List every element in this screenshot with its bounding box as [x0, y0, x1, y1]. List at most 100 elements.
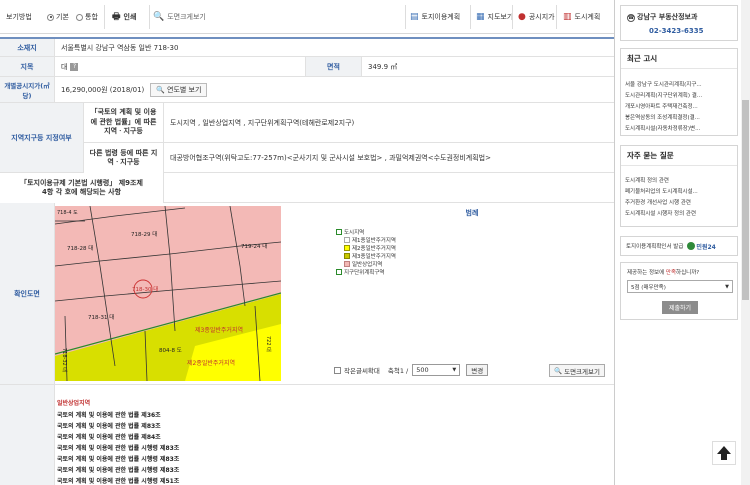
faq-title: 자주 묻는 질문	[621, 146, 737, 166]
legend-swatch	[344, 245, 350, 251]
parcel-label-target: 718-30 대	[132, 285, 158, 293]
notice-item[interactable]: 개포시영아파트 주택재건축정...	[625, 102, 733, 110]
survey-box: 제공하는 정보에 만족하십니까? 5점 (매우만족) ▼ 제출하기	[620, 262, 738, 320]
address-value: 서울특별시 강남구 역삼동 일반 718-30	[61, 43, 179, 52]
radio-icon	[76, 13, 83, 21]
view-mode-label: 보기방법	[6, 13, 32, 21]
chart-icon: ▤	[410, 12, 419, 22]
view-option-combined[interactable]: 통합	[76, 0, 98, 34]
zone-sub-other: 다른 법령 등에 따른 지역ㆍ지구등	[84, 143, 164, 173]
phone-icon: ☎	[627, 14, 635, 22]
notice-item[interactable]: 서울 강남구 도시관리계획(지구...	[625, 80, 733, 88]
law-heading: 일반상업지역	[57, 400, 91, 407]
legend-swatch	[336, 269, 342, 275]
law-item[interactable]: 국토의 계획 및 이용에 관한 법률 제83조	[57, 421, 161, 430]
law-item[interactable]: 국토의 계획 및 이용에 관한 법률 시행령 제83조	[57, 465, 179, 474]
zone-value-national: 도시지역 , 일반상업지역 , 지구단위계획구역(테헤란로제2지구)	[164, 103, 614, 143]
scroll-top-button[interactable]	[712, 441, 736, 465]
scale-change-button[interactable]: 변경	[466, 364, 489, 376]
notice-title: 최근 고시	[621, 49, 737, 69]
cert-text: 토지이용계획확인서 발급	[626, 244, 684, 250]
office-phone: 02-3423-6335	[649, 27, 704, 35]
law-item[interactable]: 국토의 계획 및 이용에 관한 법률 시행령 제51조	[57, 476, 179, 485]
map-label: 확인도면	[0, 203, 55, 384]
scale-label: 축척1 /	[387, 367, 409, 375]
divider	[556, 5, 557, 29]
link-price[interactable]: ● 공시지가	[518, 0, 555, 34]
small-text-checkbox[interactable]	[334, 366, 341, 374]
link-mapview[interactable]: ▦ 지도보기	[476, 0, 513, 34]
map-svg: 718-29 대 718-28 대 719-24 대 718-30 대 718-…	[55, 206, 281, 381]
map-controls: 작은글씨확대 축척1 / 500 ▼ 변경	[334, 364, 489, 376]
faq-item[interactable]: 도시계획 정의 관련	[625, 176, 733, 184]
page-root: 보기방법 기본 통합 🖶 인쇄 🔍 도면크게보기 ▤ 토지이용계획 ▦ 지도보기 ● 공시…	[0, 0, 750, 485]
map-legend: 범례 도시지역 제1종일반주거지역 제2종일반주거지역 제3종일반주거지역 일반…	[330, 206, 614, 381]
legend-swatch	[344, 261, 350, 267]
zone-label-3: 제3종일반주거지역	[195, 326, 243, 334]
row-address: 소재지 서울특별시 강남구 역삼동 일반 718-30	[0, 37, 614, 57]
law-item[interactable]: 국토의 계획 및 이용에 관한 법률 제84조	[57, 432, 161, 441]
law-item[interactable]: 국토의 계획 및 이용에 관한 법률 시행령 제83조	[57, 443, 179, 452]
law-item[interactable]: 국토의 계획 및 이용에 관한 법률 제36조	[57, 410, 161, 419]
price-label: 개별공시지가(㎡당)	[0, 77, 55, 102]
printer-icon: 🖶	[112, 12, 121, 22]
year-price-button[interactable]: 🔍 연도별 보기	[150, 82, 208, 97]
notice-item[interactable]: 도시관리계획(지구단위계획) 결...	[625, 91, 733, 99]
parcel-label: 718-4 도	[57, 210, 78, 216]
survey-select[interactable]: 5점 (매우만족) ▼	[627, 280, 733, 293]
divider	[149, 5, 150, 29]
magnifier-icon: 🔍	[554, 366, 563, 375]
arrow-up-icon	[717, 446, 731, 460]
building-icon: ▥	[563, 12, 572, 22]
parcel-label: 718-29 대	[131, 230, 157, 238]
row-zone: 지역지구등 지정여부 「국토의 계획 및 이용에 관한 법률」에 따른 지역ㆍ지…	[0, 103, 614, 173]
regulation-label: 「토지이용규제 기본법 시행령」 제9조제4항 각 호에 해당되는 사항	[0, 173, 164, 203]
notice-item[interactable]: 도시계획시설(자동차정류장)변...	[625, 124, 733, 132]
cert-logo-text: 민원24	[696, 243, 716, 251]
link-urban[interactable]: ▥ 도시계획	[563, 0, 600, 34]
chevron-down-icon: ▼	[452, 367, 457, 373]
legend-item: 제2종일반주거지역	[344, 244, 396, 252]
scrollbar-thumb[interactable]	[742, 100, 749, 300]
legend-item: 도시지역	[336, 228, 364, 236]
faq-item[interactable]: 주거환경 개선사업 시행 관련	[625, 198, 733, 206]
magnifier-icon: 🔍	[156, 85, 166, 94]
row-price: 개별공시지가(㎡당) 16,290,000원 (2018/01) 🔍 연도별 보기	[0, 77, 614, 103]
legend-item: 일반상업지역	[344, 260, 382, 268]
parcel-label: 804-8 도	[159, 347, 182, 354]
map-icon: ▦	[476, 12, 485, 22]
link-cadastre[interactable]: ▤ 토지이용계획	[410, 0, 460, 34]
parcel-label: 718-31 대	[88, 313, 114, 321]
cert-box[interactable]: 토지이용계획확인서 발급 민원24	[620, 236, 738, 256]
divider	[512, 5, 513, 29]
area-value: 349.9 ㎡	[368, 62, 398, 71]
land-use-map[interactable]: 718-29 대 718-28 대 719-24 대 718-30 대 718-…	[55, 206, 281, 381]
zone-label: 지역지구등 지정여부	[0, 103, 84, 172]
jimok-label: 지목	[0, 57, 55, 76]
survey-question: 제공하는 정보에 만족하십니까?	[627, 270, 700, 276]
legend-item: 제3종일반주거지역	[344, 252, 396, 260]
law-item[interactable]: 국토의 계획 및 이용에 관한 법률 시행령 제83조	[57, 454, 179, 463]
map-zoom-big-button[interactable]: 🔍 도면크게보기	[549, 364, 605, 377]
scale-select[interactable]: 500 ▼	[412, 364, 461, 376]
parcel-label: 722 대	[265, 336, 272, 352]
help-icon[interactable]: ?	[70, 62, 79, 71]
toolbar: 보기방법 기본 통합 🖶 인쇄 🔍 도면크게보기 ▤ 토지이용계획 ▦ 지도보기 ● 공시…	[0, 0, 614, 34]
office-name-row: ☎ 강남구 부동산정보과	[627, 13, 698, 22]
map-zoom-button[interactable]: 🔍 도면크게보기	[153, 0, 206, 34]
small-text-label: 작은글씨확대	[344, 367, 380, 375]
laws-label-cell	[0, 385, 55, 485]
view-option-basic[interactable]: 기본	[47, 0, 69, 34]
row-jimok: 지목 대? 면적 349.9 ㎡	[0, 57, 614, 77]
legend-item: 제1종일반주거지역	[344, 236, 396, 244]
regulation-value	[164, 173, 170, 202]
faq-item[interactable]: 도시계획시설 시행자 정의 관련	[625, 209, 733, 217]
survey-submit-button[interactable]: 제출하기	[662, 301, 698, 314]
faq-item[interactable]: 폐기물처리업의 도시계획시설...	[625, 187, 733, 195]
price-value-cell: 16,290,000원 (2018/01) 🔍 연도별 보기	[55, 77, 208, 102]
legend-swatch	[344, 237, 350, 243]
notice-item[interactable]: 봉은역삼동의 조성계획결정(결...	[625, 113, 733, 121]
area-label: 면적	[305, 57, 362, 76]
zone-label-2: 제2종일반주거지역	[187, 359, 235, 367]
print-button[interactable]: 🖶 인쇄	[112, 0, 136, 34]
